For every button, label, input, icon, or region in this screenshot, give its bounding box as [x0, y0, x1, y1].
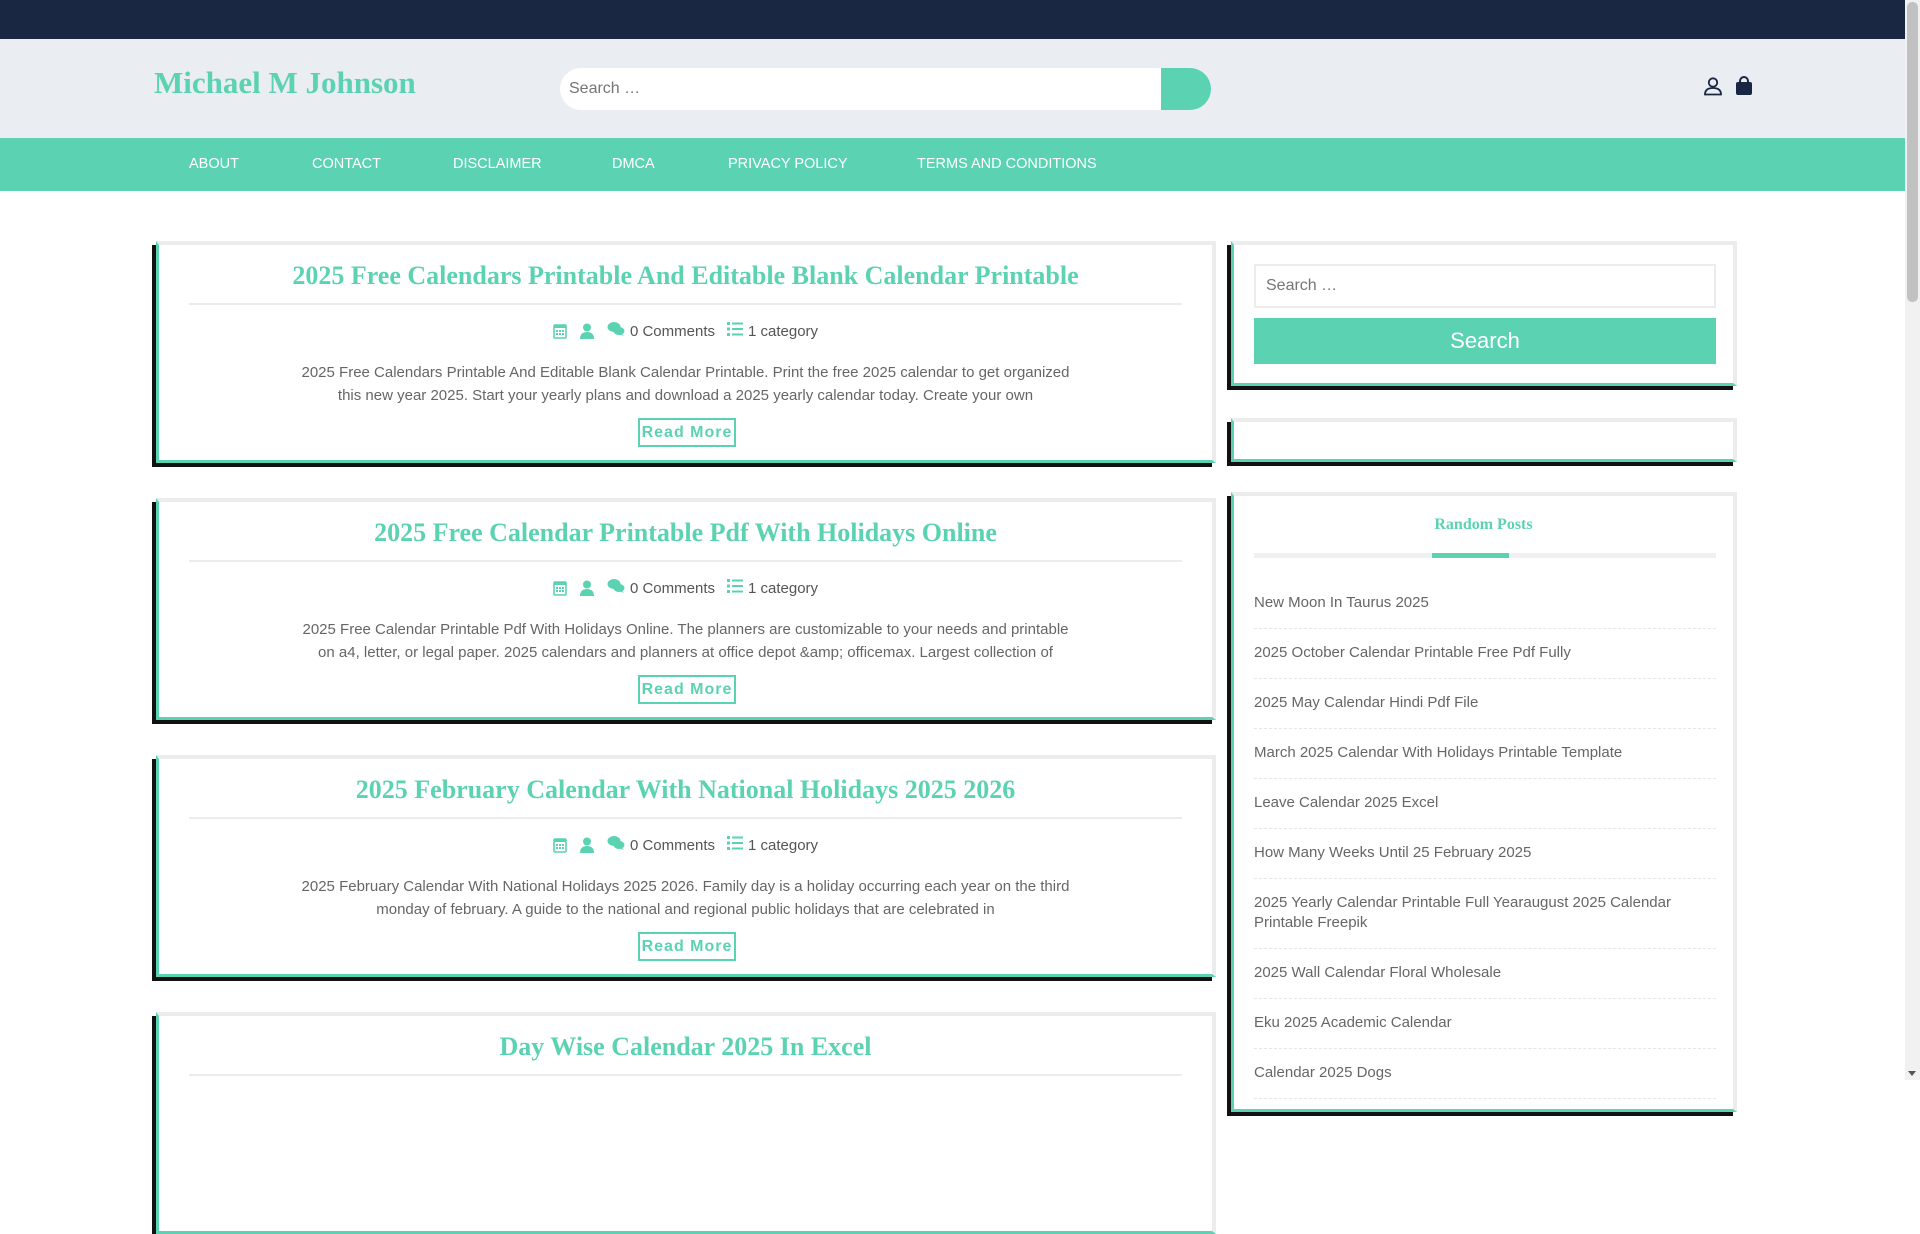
post-meta: 0 Comments 1 category — [159, 321, 1212, 341]
post-title[interactable]: 2025 February Calendar With National Hol… — [159, 775, 1212, 805]
page-scrollbar[interactable] — [1905, 0, 1920, 1080]
site-header: Michael M Johnson — [0, 39, 1905, 138]
read-more-button[interactable]: Read More — [638, 675, 736, 704]
nav-privacy-policy[interactable]: PRIVACY POLICY — [728, 138, 848, 191]
post-title[interactable]: Day Wise Calendar 2025 In Excel — [159, 1032, 1212, 1062]
random-post-link[interactable]: New Moon In Taurus 2025 — [1254, 579, 1716, 629]
scroll-down-arrow-icon[interactable] — [1908, 1071, 1916, 1076]
sidebar-search-input[interactable] — [1254, 264, 1716, 308]
random-post-link[interactable]: Leave Calendar 2025 Excel — [1254, 779, 1716, 829]
post-card: 2025 Free Calendar Printable Pdf With Ho… — [156, 498, 1216, 720]
title-underline — [1254, 553, 1716, 558]
random-posts-list: New Moon In Taurus 2025 2025 October Cale… — [1254, 579, 1716, 1099]
divider — [189, 560, 1182, 562]
post-excerpt: 2025 February Calendar With National Hol… — [301, 878, 1070, 918]
divider — [189, 303, 1182, 305]
calendar-icon[interactable] — [553, 323, 567, 339]
nav-terms-and-conditions[interactable]: TERMS AND CONDITIONS — [917, 138, 1097, 191]
random-post-link[interactable]: 2025 October Calendar Printable Free Pdf… — [1254, 629, 1716, 679]
site-title[interactable]: Michael M Johnson — [154, 65, 416, 101]
random-post-link[interactable]: 2025 Yearly Calendar Printable Full Year… — [1254, 879, 1716, 949]
random-post-link[interactable]: 2025 Wall Calendar Floral Wholesale — [1254, 949, 1716, 999]
sidebar-search-button[interactable]: Search — [1254, 318, 1716, 364]
random-posts-widget: Random Posts New Moon In Taurus 2025 2025… — [1231, 492, 1737, 1112]
random-post-link[interactable]: How Many Weeks Until 25 February 2025 — [1254, 829, 1716, 879]
post-meta: 0 Comments 1 category — [159, 835, 1212, 855]
shopping-bag-icon[interactable] — [1735, 76, 1753, 101]
post-title[interactable]: 2025 Free Calendars Printable And Editab… — [159, 261, 1212, 291]
random-post-link[interactable]: Calendar 2025 Dogs — [1254, 1049, 1716, 1099]
main-nav: ABOUT CONTACT DISCLAIMER DMCA PRIVACY PO… — [0, 138, 1905, 191]
post-excerpt: 2025 Free Calendars Printable And Editab… — [301, 364, 1070, 404]
random-post-link[interactable]: Eku 2025 Academic Calendar — [1254, 999, 1716, 1049]
nav-about[interactable]: ABOUT — [189, 138, 239, 191]
post-title[interactable]: 2025 Free Calendar Printable Pdf With Ho… — [159, 518, 1212, 548]
comments-icon — [607, 578, 625, 598]
author-icon[interactable] — [579, 837, 595, 853]
post-meta: 0 Comments 1 category — [159, 578, 1212, 598]
header-search-form — [560, 68, 1211, 110]
nav-contact[interactable]: CONTACT — [312, 138, 381, 191]
category-count[interactable]: 1 category — [748, 837, 818, 854]
random-post-link[interactable]: 2025 May Calendar Hindi Pdf File — [1254, 679, 1716, 729]
category-list-icon — [726, 322, 743, 340]
top-bar — [0, 0, 1905, 39]
post-card: Day Wise Calendar 2025 In Excel — [156, 1012, 1216, 1234]
read-more-button[interactable]: Read More — [638, 418, 736, 447]
sidebar-search-widget: Search — [1231, 241, 1737, 386]
scrollbar-thumb[interactable] — [1907, 2, 1918, 302]
calendar-icon[interactable] — [553, 580, 567, 596]
author-icon[interactable] — [579, 580, 595, 596]
calendar-icon[interactable] — [553, 837, 567, 853]
nav-dmca[interactable]: DMCA — [612, 138, 655, 191]
divider — [189, 817, 1182, 819]
comments-count[interactable]: 0 Comments — [630, 323, 715, 340]
header-search-input[interactable] — [560, 68, 1161, 110]
user-account-icon[interactable] — [1703, 76, 1723, 101]
category-count[interactable]: 1 category — [748, 580, 818, 597]
random-posts-title: Random Posts — [1434, 516, 1533, 533]
divider — [189, 1074, 1182, 1076]
author-icon[interactable] — [579, 323, 595, 339]
nav-disclaimer[interactable]: DISCLAIMER — [453, 138, 542, 191]
comments-count[interactable]: 0 Comments — [630, 837, 715, 854]
category-count[interactable]: 1 category — [748, 323, 818, 340]
post-excerpt: 2025 Free Calendar Printable Pdf With Ho… — [302, 621, 1069, 661]
comments-count[interactable]: 0 Comments — [630, 580, 715, 597]
random-post-link[interactable]: March 2025 Calendar With Holidays Printa… — [1254, 729, 1716, 779]
read-more-button[interactable]: Read More — [638, 932, 736, 961]
category-list-icon — [726, 836, 743, 854]
category-list-icon — [726, 579, 743, 597]
post-card: 2025 February Calendar With National Hol… — [156, 755, 1216, 977]
comments-icon — [607, 321, 625, 341]
comments-icon — [607, 835, 625, 855]
header-search-button[interactable] — [1161, 68, 1211, 110]
sidebar-empty-widget — [1231, 418, 1737, 462]
post-card: 2025 Free Calendars Printable And Editab… — [156, 241, 1216, 463]
